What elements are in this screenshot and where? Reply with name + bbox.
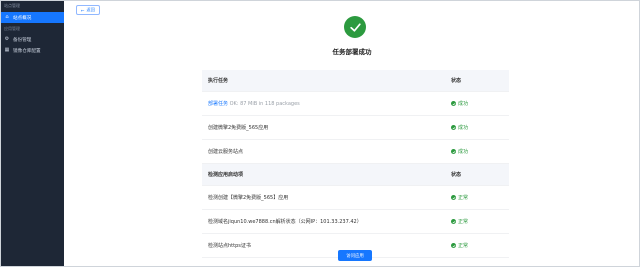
check-circle-icon bbox=[451, 243, 456, 248]
check-circle-icon bbox=[451, 125, 456, 130]
check-circle-icon bbox=[451, 149, 456, 154]
home-icon: ⌂ bbox=[5, 14, 9, 20]
visit-app-button[interactable]: 访问应用 bbox=[338, 250, 372, 261]
sidebar-item-label: 站点概况 bbox=[13, 15, 32, 21]
status-badge: 正常 bbox=[451, 218, 509, 225]
task-label: 检测域名jiqun10.we7888.cn解析状态（公网IP：101.33.23… bbox=[208, 219, 362, 225]
check-circle-icon bbox=[451, 101, 456, 106]
sidebar-item-backup[interactable]: ⚙ 备份管理 bbox=[0, 34, 64, 45]
task-label: 创建微擎2免费版_565应用 bbox=[208, 125, 269, 131]
arrow-left-icon: ← bbox=[81, 7, 85, 13]
back-button[interactable]: ← 返回 bbox=[76, 5, 100, 15]
sidebar: 站点管理 ⌂ 站点概况 应用管理 ⚙ 备份管理 ▦ 镜像仓库配置 bbox=[0, 0, 64, 267]
page-title: 任务部署成功 bbox=[332, 48, 372, 56]
table-row: 创建云服务站点 成功 bbox=[202, 140, 509, 164]
status-badge: 成功 bbox=[451, 148, 509, 155]
header-status: 状态 bbox=[451, 78, 462, 84]
task-table: 执行任务 状态 部署任务 OK: 87 MiB in 118 packages … bbox=[202, 70, 509, 258]
status-badge: 正常 bbox=[451, 242, 509, 249]
status-badge: 成功 bbox=[451, 124, 509, 131]
table-row: 创建微擎2免费版_565应用 成功 bbox=[202, 116, 509, 140]
sidebar-header: 站点管理 bbox=[4, 3, 20, 8]
sidebar-item-overview[interactable]: ⌂ 站点概况 bbox=[0, 12, 64, 23]
grid-icon: ▦ bbox=[4, 47, 10, 53]
check-circle-icon bbox=[451, 219, 456, 224]
sidebar-item-label: 镜像仓库配置 bbox=[13, 48, 41, 54]
sidebar-item-registry[interactable]: ▦ 镜像仓库配置 bbox=[0, 45, 64, 56]
header-status: 状态 bbox=[451, 172, 462, 178]
header-task: 执行任务 bbox=[208, 78, 229, 84]
table-header: 执行任务 状态 bbox=[202, 70, 509, 92]
table-header: 检测应用启动项 状态 bbox=[202, 164, 509, 186]
task-label: 检测站点https证书 bbox=[208, 243, 251, 249]
table-row: 部署任务 OK: 87 MiB in 118 packages 成功 bbox=[202, 92, 509, 116]
header-task: 检测应用启动项 bbox=[208, 172, 244, 178]
task-extra: OK: 87 MiB in 118 packages bbox=[229, 101, 300, 107]
deploy-task-link[interactable]: 部署任务 bbox=[208, 101, 228, 107]
check-circle-icon bbox=[451, 195, 456, 200]
back-label: 返回 bbox=[86, 7, 95, 12]
success-check-icon bbox=[344, 16, 366, 38]
task-label: 检测创建【微擎2免费版_565】应用 bbox=[208, 195, 289, 201]
status-badge: 成功 bbox=[451, 100, 509, 107]
task-label: 创建云服务站点 bbox=[208, 149, 244, 155]
table-row: 检测创建【微擎2免费版_565】应用 正常 bbox=[202, 186, 509, 210]
gear-icon: ⚙ bbox=[4, 36, 10, 42]
sidebar-group-label: 应用管理 bbox=[4, 26, 20, 31]
main-content: ← 返回 任务部署成功 执行任务 状态 部署任务 OK: 87 MiB in 1… bbox=[64, 0, 640, 267]
table-row: 检测域名jiqun10.we7888.cn解析状态（公网IP：101.33.23… bbox=[202, 210, 509, 234]
sidebar-item-label: 备份管理 bbox=[13, 37, 32, 43]
status-badge: 正常 bbox=[451, 194, 509, 201]
